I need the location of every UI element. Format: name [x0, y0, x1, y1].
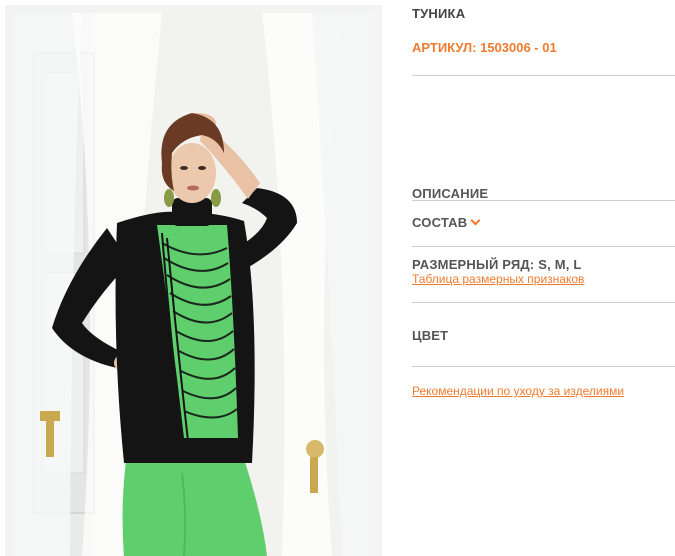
composition-toggle[interactable]: СОСТАВ — [412, 215, 481, 230]
product-info-panel: ТУНИКА АРТИКУЛ: 1503006 - 01 ОПИСАНИЕ СО… — [412, 0, 675, 556]
composition-label: СОСТАВ — [412, 215, 468, 230]
size-table-link[interactable]: Таблица размерных признаков — [412, 272, 584, 286]
model-photo-illustration — [12, 13, 375, 556]
divider — [412, 366, 675, 367]
divider — [412, 302, 675, 303]
chevron-down-icon — [470, 215, 481, 226]
description-label[interactable]: ОПИСАНИЕ — [412, 186, 488, 201]
size-range-label: РАЗМЕРНЫЙ РЯД: S, M, L — [412, 257, 582, 272]
divider — [412, 246, 675, 247]
product-photo[interactable] — [12, 13, 375, 556]
product-photo-frame — [5, 5, 382, 556]
color-label: ЦВЕТ — [412, 328, 449, 343]
product-title: ТУНИКА — [412, 6, 466, 21]
divider — [412, 200, 675, 201]
product-article: АРТИКУЛ: 1503006 - 01 — [412, 40, 557, 55]
care-recommendations-link[interactable]: Рекомендации по уходу за изделиями — [412, 384, 624, 398]
divider — [412, 75, 675, 76]
